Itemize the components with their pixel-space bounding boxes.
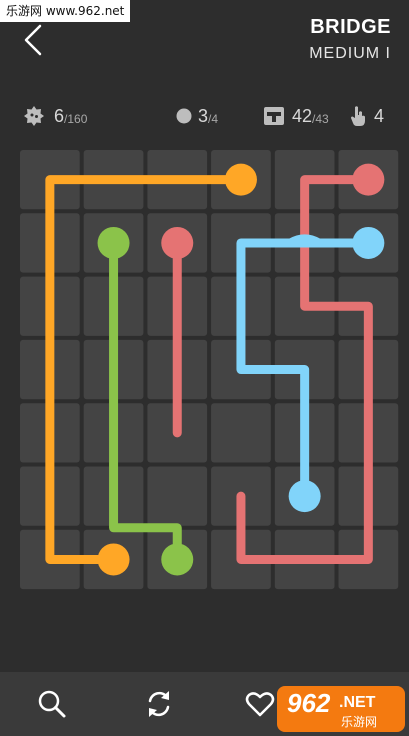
blue-endpoint[interactable] xyxy=(288,480,321,513)
board-cell[interactable] xyxy=(211,403,271,463)
level-difficulty: MEDIUM I xyxy=(309,45,391,62)
heart-icon xyxy=(245,692,275,717)
gear-badge-icon xyxy=(24,106,44,126)
logo-number: 962 xyxy=(287,688,331,718)
green-endpoint[interactable] xyxy=(97,226,130,259)
blue-endpoint[interactable] xyxy=(352,226,385,259)
site-watermark: 乐游网 www.962.net xyxy=(0,0,131,22)
dot-icon xyxy=(176,108,192,124)
logo-suffix: .NET xyxy=(339,694,376,711)
flows-value: 3 xyxy=(198,105,209,126)
logo-cn: 乐游网 xyxy=(341,715,378,729)
restart-button[interactable] xyxy=(143,688,175,720)
stats-bar: 6 /160 3 /4 42 /43 4 xyxy=(0,100,409,132)
chevron-left-icon xyxy=(24,24,42,56)
pipe-icon xyxy=(264,107,284,125)
levels-value: 6 xyxy=(54,105,65,126)
restart-icon xyxy=(148,691,170,717)
search-button[interactable] xyxy=(36,688,68,720)
green-endpoint[interactable] xyxy=(161,543,194,576)
search-icon xyxy=(38,690,66,718)
moves-value: 4 xyxy=(374,105,385,126)
pipe-stat: 42 /43 xyxy=(264,100,329,132)
flows-total: /4 xyxy=(208,111,219,126)
orange-endpoint[interactable] xyxy=(224,163,257,196)
pack-title: BRIDGE xyxy=(310,16,391,38)
back-button[interactable] xyxy=(18,22,54,58)
orange-endpoint[interactable] xyxy=(97,543,130,576)
levels-stat: 6 /160 xyxy=(22,100,87,132)
flows-stat: 3 /4 xyxy=(176,100,218,132)
favorite-button[interactable] xyxy=(244,688,276,720)
site-logo: 962 .NET 乐游网 xyxy=(277,686,405,732)
pipe-total: /43 xyxy=(312,111,329,126)
moves-stat: 4 xyxy=(350,100,384,132)
levels-total: /160 xyxy=(64,111,88,126)
board-cell[interactable] xyxy=(147,466,208,526)
game-board[interactable] xyxy=(18,148,400,591)
bridge-crossing xyxy=(286,234,324,248)
pipe-value: 42 xyxy=(292,105,313,126)
red-endpoint[interactable] xyxy=(161,226,194,259)
red-endpoint[interactable] xyxy=(352,163,385,196)
hand-icon xyxy=(351,106,365,126)
